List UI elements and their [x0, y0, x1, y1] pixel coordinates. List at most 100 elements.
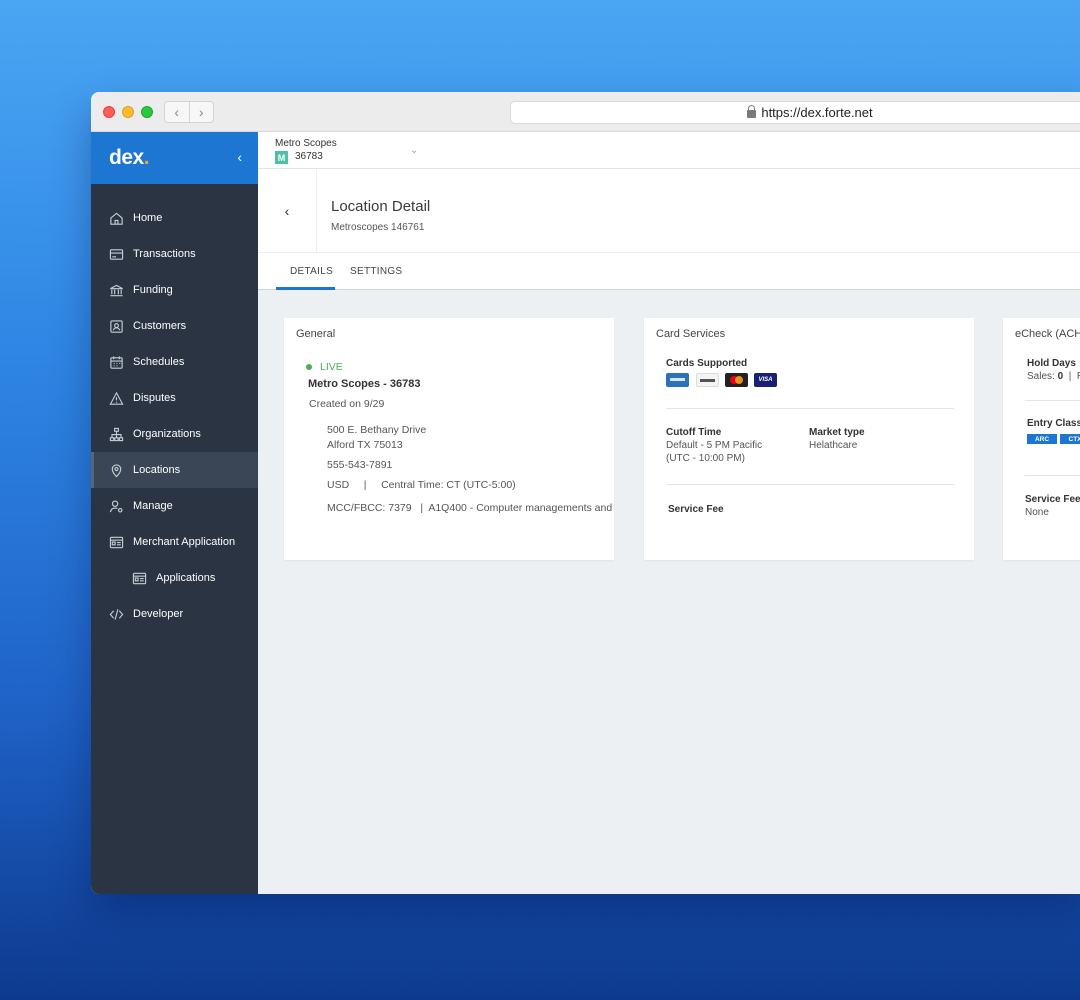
sidebar: dex. ‹ Home Transactions Funding Custome…	[91, 132, 258, 894]
address-line-1: 500 E. Bethany Drive	[327, 424, 427, 436]
mastercard-icon	[725, 373, 748, 387]
browser-forward-button[interactable]: ›	[190, 102, 214, 122]
sidebar-item-schedules[interactable]: Schedules	[91, 344, 258, 380]
merchant-name: Metro Scopes	[275, 138, 337, 149]
divider	[1025, 475, 1080, 476]
sidebar-item-organizations[interactable]: Organizations	[91, 416, 258, 452]
card-services-card: Card Services Cards Supported VISA Cutof…	[644, 318, 974, 560]
merchant-selector[interactable]: Metro Scopes M 36783 ⌄	[258, 132, 1080, 169]
browser-back-button[interactable]: ‹	[165, 102, 190, 122]
phone-number: 555-543-7891	[327, 459, 393, 471]
hold-days-label: Hold Days	[1027, 358, 1076, 369]
detail-header: ‹ Location Detail Metroscopes 146761	[258, 169, 1080, 253]
sidebar-item-locations[interactable]: Locations	[91, 452, 258, 488]
map-pin-icon	[108, 462, 124, 478]
form-icon	[131, 570, 147, 586]
status-dot-icon	[306, 364, 312, 370]
divider	[1025, 400, 1080, 401]
sidebar-item-disputes[interactable]: Disputes	[91, 380, 258, 416]
cards-supported-label: Cards Supported	[666, 358, 748, 369]
form-icon	[108, 534, 124, 550]
general-card: General LIVE Metro Scopes - 36783 Create…	[284, 318, 614, 560]
tab-details[interactable]: DETAILS	[290, 266, 333, 277]
credit-card-icon	[108, 246, 124, 262]
sales-prefix: Sales:	[1027, 371, 1058, 382]
market-type-value: Helathcare	[809, 440, 858, 451]
sidebar-item-transactions[interactable]: Transactions	[91, 236, 258, 272]
active-tab-indicator	[276, 287, 335, 290]
amex-card-icon	[666, 373, 689, 387]
divider	[666, 484, 954, 485]
sidebar-item-label: Developer	[133, 608, 184, 620]
visa-card-icon: VISA	[754, 373, 777, 387]
merchant-badge: M	[275, 151, 288, 164]
status-badge: LIVE	[320, 361, 343, 373]
lock-icon	[747, 104, 757, 118]
warning-icon	[108, 390, 124, 406]
card-title: General	[296, 328, 336, 340]
sidebar-item-applications[interactable]: Applications	[91, 560, 258, 596]
divider	[666, 408, 954, 409]
sidebar-item-manage[interactable]: Manage	[91, 488, 258, 524]
sidebar-item-funding[interactable]: Funding	[91, 272, 258, 308]
code-icon	[108, 606, 124, 622]
market-type-label: Market type	[809, 427, 865, 438]
entry-class-tag: CTX	[1060, 434, 1080, 444]
browser-window: ‹ › https://dex.forte.net dex. ‹ Home Tr…	[91, 92, 1080, 894]
sidebar-item-label: Customers	[133, 320, 187, 332]
sidebar-item-label: Merchant Application	[133, 536, 236, 548]
service-fee-label: Service Fee	[1025, 494, 1080, 505]
cutoff-time-value: Default - 5 PM Pacific	[666, 440, 763, 451]
sidebar-item-developer[interactable]: Developer	[91, 596, 258, 632]
sidebar-item-label: Schedules	[133, 356, 185, 368]
tab-bar: DETAILS SETTINGS	[258, 253, 1080, 290]
sidebar-item-label: Transactions	[133, 248, 196, 260]
brand-name: dex	[109, 146, 144, 169]
sidebar-item-label: Home	[133, 212, 163, 224]
hierarchy-icon	[108, 426, 124, 442]
bank-icon	[108, 282, 124, 298]
sidebar-item-label: Disputes	[133, 392, 176, 404]
user-gear-icon	[108, 498, 124, 514]
dex-logo[interactable]: dex.	[109, 146, 150, 170]
brand-accent: .	[143, 146, 150, 169]
url-text: https://dex.forte.net	[761, 105, 873, 120]
chevron-down-icon[interactable]: ⌄	[410, 145, 418, 156]
contacts-icon	[108, 318, 124, 334]
sidebar-item-home[interactable]: Home	[91, 200, 258, 236]
address-line-2: Alford TX 75013	[327, 439, 403, 451]
minimize-window-icon[interactable]	[122, 106, 134, 118]
collapse-sidebar-button[interactable]: ‹	[237, 149, 242, 165]
sidebar-nav: Home Transactions Funding Customers Sche…	[91, 200, 258, 632]
browser-titlebar: ‹ › https://dex.forte.net	[91, 92, 1080, 132]
page-title: Location Detail	[331, 198, 431, 215]
location-name: Metro Scopes - 36783	[308, 378, 421, 390]
cutoff-time-utc: (UTC - 10:00 PM)	[666, 453, 745, 464]
address-bar[interactable]: https://dex.forte.net	[510, 101, 1080, 124]
brand-header: dex. ‹	[91, 132, 258, 184]
sidebar-item-merchant-application[interactable]: Merchant Application	[91, 524, 258, 560]
currency-timezone: USD | Central Time: CT (UTC-5:00)	[327, 479, 516, 491]
tab-settings[interactable]: SETTINGS	[350, 266, 402, 277]
home-icon	[108, 210, 124, 226]
service-fee-label: Service Fee	[668, 504, 724, 515]
card-title: Card Services	[656, 328, 726, 340]
back-button[interactable]: ‹	[258, 169, 317, 253]
merchant-id: 36783	[295, 151, 323, 162]
close-window-icon[interactable]	[103, 106, 115, 118]
sidebar-item-label: Funding	[133, 284, 173, 296]
cutoff-time-label: Cutoff Time	[666, 427, 722, 438]
service-fee-value: None	[1025, 507, 1049, 518]
discover-card-icon	[696, 373, 719, 387]
sidebar-item-customers[interactable]: Customers	[91, 308, 258, 344]
maximize-window-icon[interactable]	[141, 106, 153, 118]
page-subtitle: Metroscopes 146761	[331, 222, 425, 233]
entry-class-tag: ARC	[1027, 434, 1057, 444]
main-content: Metro Scopes M 36783 ⌄ ‹ Location Detail…	[258, 132, 1080, 894]
created-date: Created on 9/29	[309, 398, 385, 410]
sidebar-item-label: Organizations	[133, 428, 201, 440]
sidebar-item-label: Manage	[133, 500, 173, 512]
sidebar-item-label: Locations	[133, 464, 181, 476]
browser-nav-buttons: ‹ ›	[164, 101, 214, 123]
sidebar-item-label: Applications	[156, 572, 216, 584]
